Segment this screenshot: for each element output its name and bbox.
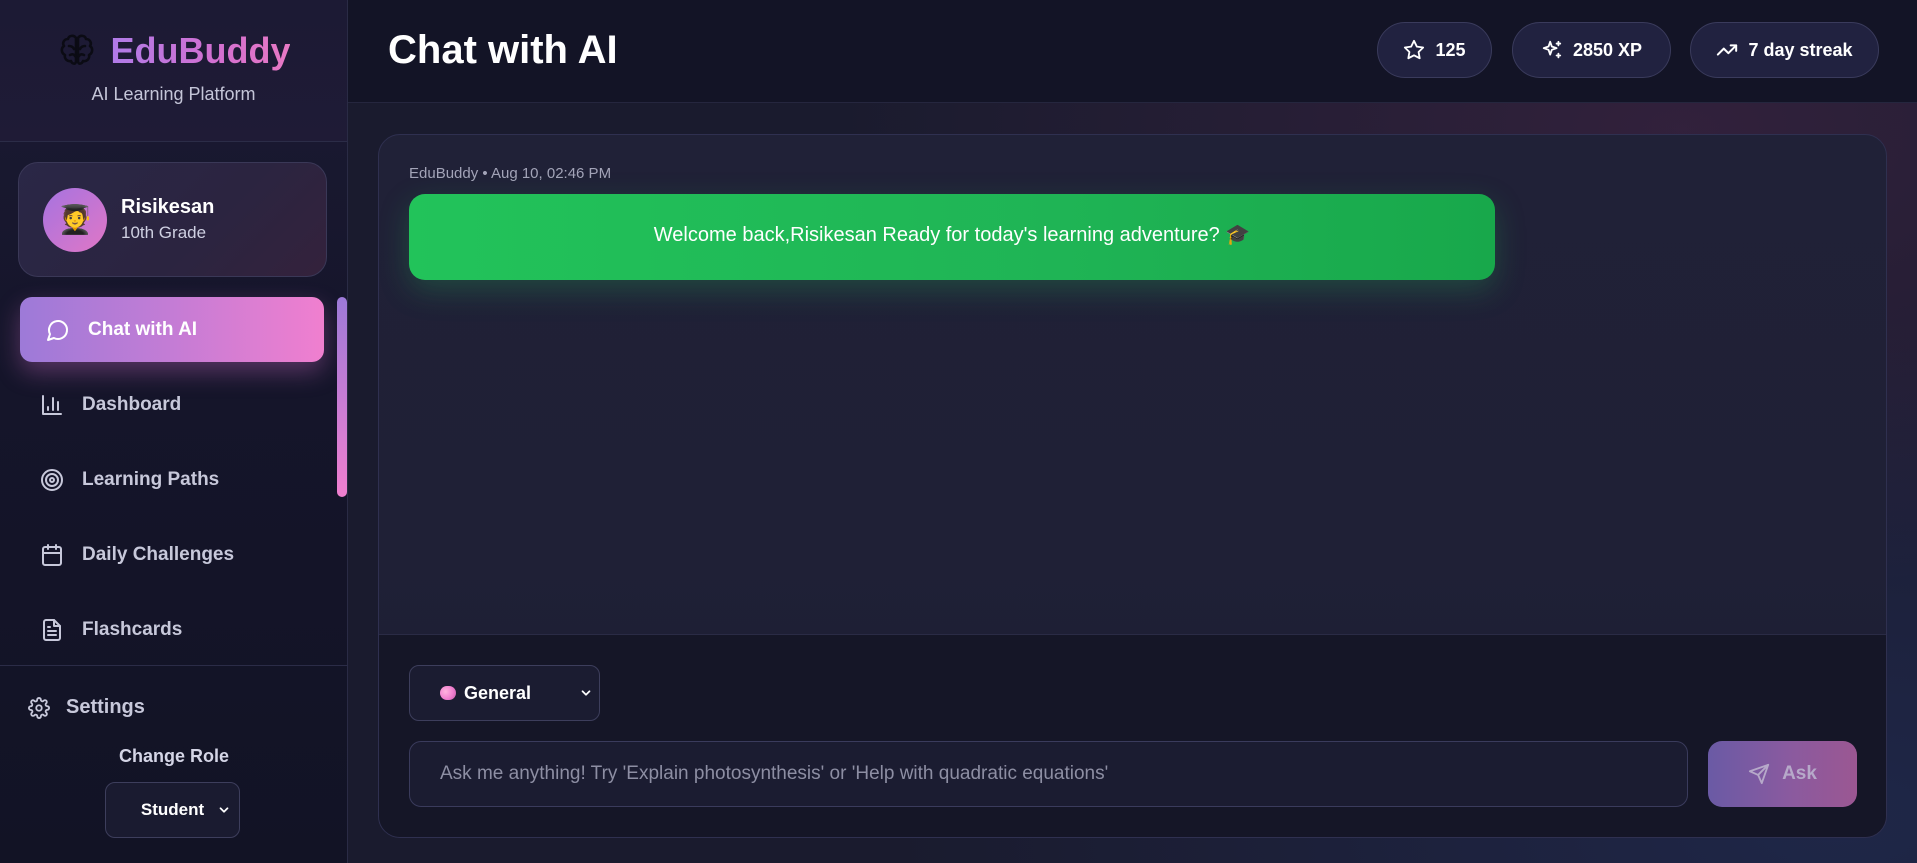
profile-card[interactable]: 🧑‍🎓 Risikesan 10th Grade	[18, 162, 327, 277]
topic-select[interactable]: General	[409, 665, 600, 721]
sidebar-item-label: Daily Challenges	[82, 543, 235, 565]
stars-badge[interactable]: 125	[1377, 22, 1492, 78]
app-root: EduBuddy AI Learning Platform 🧑‍🎓 Risike…	[0, 0, 1917, 863]
sidebar-nav: Chat with AI Dashboard Learning Paths Da…	[0, 297, 348, 672]
brand-name: EduBuddy	[110, 30, 291, 71]
sidebar-item-dashboard[interactable]: Dashboard	[0, 372, 348, 437]
profile-name: Risikesan	[121, 196, 215, 218]
brand-subtitle: AI Learning Platform	[91, 84, 256, 104]
sidebar-item-daily-challenges[interactable]: Daily Challenges	[0, 522, 348, 587]
topic-select-value: General	[464, 682, 532, 703]
sidebar-item-label: Flashcards	[82, 618, 183, 640]
change-role-label: Change Role	[118, 746, 229, 766]
role-select[interactable]: Student	[105, 782, 240, 838]
star-icon	[1404, 39, 1425, 60]
document-icon	[43, 618, 61, 641]
streak-value: 7 day streak	[1748, 39, 1853, 60]
composer: General Ask	[379, 634, 1886, 837]
page-title: Chat with AI	[388, 28, 618, 72]
streak-badge[interactable]: 7 day streak	[1690, 22, 1879, 78]
sparkles-icon	[1542, 40, 1562, 59]
sidebar: EduBuddy AI Learning Platform 🧑‍🎓 Risike…	[0, 0, 348, 863]
profile-grade: 10th Grade	[121, 223, 207, 242]
settings-label: Settings	[66, 696, 145, 718]
calendar-icon	[42, 543, 62, 566]
xp-value: 2850 XP	[1572, 39, 1643, 60]
ask-input[interactable]	[409, 741, 1688, 807]
chevron-down-icon	[219, 807, 229, 813]
ask-button-label: Ask	[1782, 763, 1817, 784]
stars-count: 125	[1435, 39, 1466, 60]
role-select-value: Student	[140, 800, 205, 819]
settings-button[interactable]: Settings	[28, 696, 145, 719]
ai-message-bubble: Welcome back,Risikesan Ready for today's…	[409, 194, 1495, 280]
brain-emoji-icon	[440, 686, 456, 700]
chat-panel: EduBuddy • Aug 10, 02:46 PM Welcome back…	[378, 134, 1887, 838]
sidebar-item-label: Learning Paths	[82, 468, 220, 490]
ask-button[interactable]: Ask	[1708, 741, 1857, 807]
top-bar: Chat with AI 125 2850 XP 7 day streak	[348, 0, 1917, 103]
brain-icon	[60, 34, 93, 65]
sidebar-item-chat-with-ai[interactable]: Chat with AI	[20, 297, 324, 362]
sidebar-item-flashcards[interactable]: Flashcards	[0, 597, 348, 662]
bar-chart-icon	[42, 394, 62, 415]
profile-info: Risikesan 10th Grade	[121, 196, 214, 243]
xp-badge[interactable]: 2850 XP	[1512, 22, 1671, 78]
message-meta: EduBuddy • Aug 10, 02:46 PM	[409, 165, 612, 182]
trending-up-icon	[1717, 44, 1738, 56]
chat-bubble-icon	[47, 319, 68, 341]
avatar: 🧑‍🎓	[43, 187, 107, 252]
sidebar-item-label: Dashboard	[82, 393, 182, 415]
chevron-down-icon	[581, 690, 591, 696]
target-icon	[41, 468, 63, 491]
main-area: Chat with AI 125 2850 XP 7 day streak Ed…	[348, 0, 1917, 863]
sidebar-scrollbar[interactable]	[337, 297, 347, 497]
brand-row: EduBuddy	[57, 30, 291, 72]
sidebar-item-label: Chat with AI	[88, 318, 198, 340]
sidebar-footer: Settings Change Role Student	[0, 665, 348, 863]
send-icon	[1748, 763, 1770, 785]
brand-header: EduBuddy AI Learning Platform	[0, 0, 347, 142]
gear-icon	[28, 696, 50, 719]
sidebar-item-learning-paths[interactable]: Learning Paths	[0, 447, 348, 512]
